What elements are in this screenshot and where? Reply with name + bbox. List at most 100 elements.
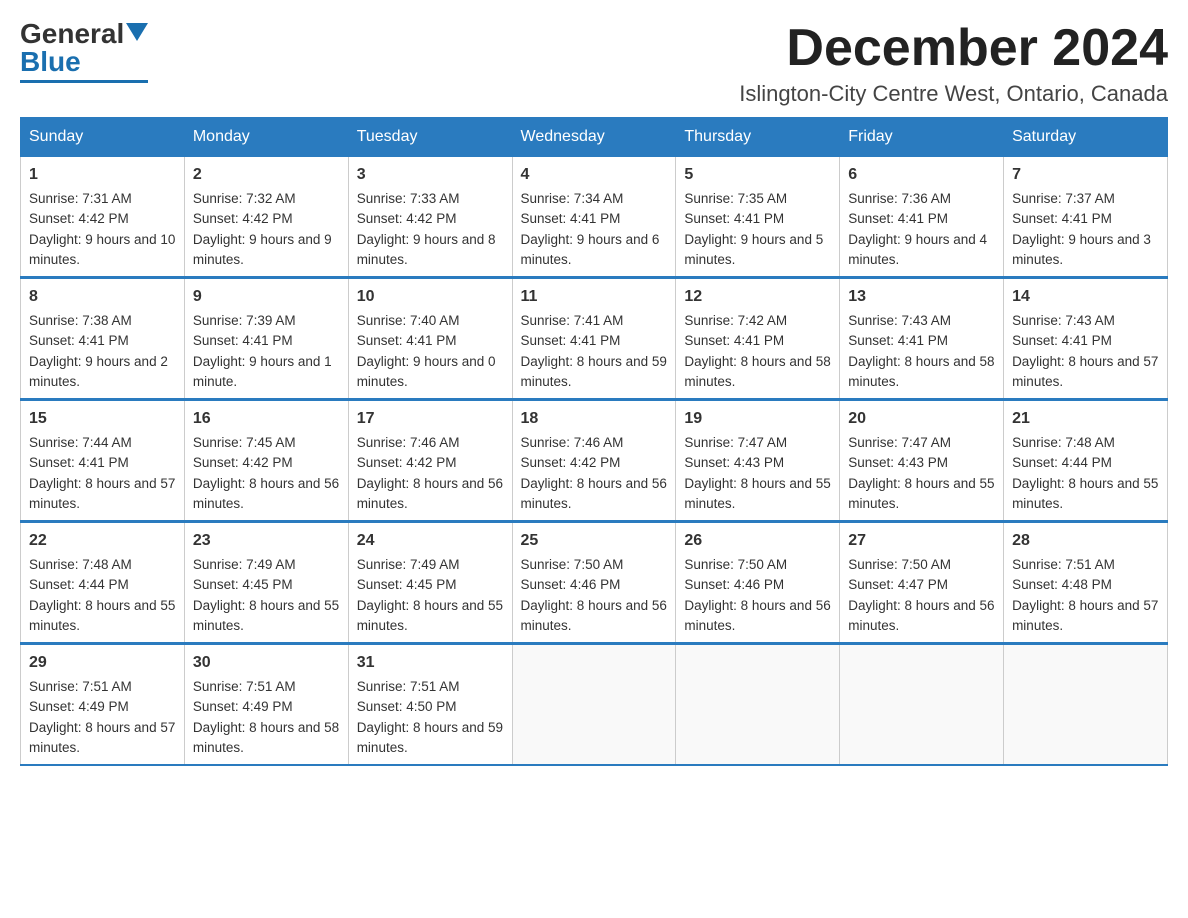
- day-number: 22: [29, 529, 176, 553]
- sunrise-info: Sunrise: 7:32 AM: [193, 191, 296, 206]
- header-sunday: Sunday: [21, 118, 185, 157]
- sunrise-info: Sunrise: 7:46 AM: [521, 435, 624, 450]
- location-subtitle: Islington-City Centre West, Ontario, Can…: [739, 81, 1168, 107]
- sunset-info: Sunset: 4:41 PM: [1012, 211, 1112, 226]
- sunset-info: Sunset: 4:42 PM: [521, 455, 621, 470]
- calendar-cell: 30Sunrise: 7:51 AMSunset: 4:49 PMDayligh…: [184, 644, 348, 766]
- sunrise-info: Sunrise: 7:37 AM: [1012, 191, 1115, 206]
- calendar-table: SundayMondayTuesdayWednesdayThursdayFrid…: [20, 117, 1168, 766]
- sunrise-info: Sunrise: 7:40 AM: [357, 313, 460, 328]
- day-number: 24: [357, 529, 504, 553]
- daylight-info: Daylight: 9 hours and 9 minutes.: [193, 232, 332, 267]
- sunset-info: Sunset: 4:44 PM: [29, 577, 129, 592]
- calendar-cell: 4Sunrise: 7:34 AMSunset: 4:41 PMDaylight…: [512, 157, 676, 278]
- sunset-info: Sunset: 4:46 PM: [684, 577, 784, 592]
- calendar-cell: 12Sunrise: 7:42 AMSunset: 4:41 PMDayligh…: [676, 278, 840, 400]
- daylight-info: Daylight: 8 hours and 56 minutes.: [848, 598, 994, 633]
- daylight-info: Daylight: 8 hours and 59 minutes.: [521, 354, 667, 389]
- header-wednesday: Wednesday: [512, 118, 676, 157]
- calendar-cell: 27Sunrise: 7:50 AMSunset: 4:47 PMDayligh…: [840, 522, 1004, 644]
- day-number: 31: [357, 651, 504, 675]
- calendar-cell: 31Sunrise: 7:51 AMSunset: 4:50 PMDayligh…: [348, 644, 512, 766]
- calendar-header-row: SundayMondayTuesdayWednesdayThursdayFrid…: [21, 118, 1168, 157]
- daylight-info: Daylight: 8 hours and 58 minutes.: [848, 354, 994, 389]
- sunrise-info: Sunrise: 7:51 AM: [29, 679, 132, 694]
- daylight-info: Daylight: 8 hours and 56 minutes.: [357, 476, 503, 511]
- calendar-cell: 24Sunrise: 7:49 AMSunset: 4:45 PMDayligh…: [348, 522, 512, 644]
- daylight-info: Daylight: 8 hours and 55 minutes.: [848, 476, 994, 511]
- day-number: 19: [684, 407, 831, 431]
- day-number: 5: [684, 163, 831, 187]
- day-number: 30: [193, 651, 340, 675]
- day-number: 14: [1012, 285, 1159, 309]
- sunrise-info: Sunrise: 7:48 AM: [1012, 435, 1115, 450]
- day-number: 3: [357, 163, 504, 187]
- daylight-info: Daylight: 9 hours and 5 minutes.: [684, 232, 823, 267]
- day-number: 11: [521, 285, 668, 309]
- calendar-week-3: 15Sunrise: 7:44 AMSunset: 4:41 PMDayligh…: [21, 400, 1168, 522]
- calendar-cell: 11Sunrise: 7:41 AMSunset: 4:41 PMDayligh…: [512, 278, 676, 400]
- daylight-info: Daylight: 8 hours and 57 minutes.: [1012, 598, 1158, 633]
- sunrise-info: Sunrise: 7:38 AM: [29, 313, 132, 328]
- logo-general-text: General: [20, 20, 124, 48]
- daylight-info: Daylight: 9 hours and 2 minutes.: [29, 354, 168, 389]
- sunrise-info: Sunrise: 7:46 AM: [357, 435, 460, 450]
- calendar-cell: 28Sunrise: 7:51 AMSunset: 4:48 PMDayligh…: [1004, 522, 1168, 644]
- daylight-info: Daylight: 8 hours and 57 minutes.: [1012, 354, 1158, 389]
- month-title: December 2024: [739, 20, 1168, 77]
- sunrise-info: Sunrise: 7:51 AM: [193, 679, 296, 694]
- day-number: 6: [848, 163, 995, 187]
- sunrise-info: Sunrise: 7:43 AM: [848, 313, 951, 328]
- day-number: 21: [1012, 407, 1159, 431]
- calendar-cell: 16Sunrise: 7:45 AMSunset: 4:42 PMDayligh…: [184, 400, 348, 522]
- calendar-cell: 10Sunrise: 7:40 AMSunset: 4:41 PMDayligh…: [348, 278, 512, 400]
- calendar-cell: 26Sunrise: 7:50 AMSunset: 4:46 PMDayligh…: [676, 522, 840, 644]
- daylight-info: Daylight: 8 hours and 57 minutes.: [29, 720, 175, 755]
- calendar-cell: 17Sunrise: 7:46 AMSunset: 4:42 PMDayligh…: [348, 400, 512, 522]
- sunset-info: Sunset: 4:42 PM: [193, 211, 293, 226]
- calendar-cell: 19Sunrise: 7:47 AMSunset: 4:43 PMDayligh…: [676, 400, 840, 522]
- daylight-info: Daylight: 8 hours and 55 minutes.: [684, 476, 830, 511]
- calendar-cell: 20Sunrise: 7:47 AMSunset: 4:43 PMDayligh…: [840, 400, 1004, 522]
- daylight-info: Daylight: 9 hours and 3 minutes.: [1012, 232, 1151, 267]
- day-number: 7: [1012, 163, 1159, 187]
- header-monday: Monday: [184, 118, 348, 157]
- logo-triangle-icon: [126, 23, 148, 41]
- day-number: 23: [193, 529, 340, 553]
- day-number: 27: [848, 529, 995, 553]
- sunset-info: Sunset: 4:41 PM: [357, 333, 457, 348]
- sunset-info: Sunset: 4:49 PM: [193, 699, 293, 714]
- day-number: 20: [848, 407, 995, 431]
- sunrise-info: Sunrise: 7:47 AM: [684, 435, 787, 450]
- sunrise-info: Sunrise: 7:49 AM: [193, 557, 296, 572]
- sunset-info: Sunset: 4:41 PM: [848, 333, 948, 348]
- sunset-info: Sunset: 4:41 PM: [521, 211, 621, 226]
- sunrise-info: Sunrise: 7:50 AM: [684, 557, 787, 572]
- daylight-info: Daylight: 9 hours and 1 minute.: [193, 354, 332, 389]
- calendar-cell: 25Sunrise: 7:50 AMSunset: 4:46 PMDayligh…: [512, 522, 676, 644]
- sunrise-info: Sunrise: 7:50 AM: [521, 557, 624, 572]
- calendar-cell: 1Sunrise: 7:31 AMSunset: 4:42 PMDaylight…: [21, 157, 185, 278]
- daylight-info: Daylight: 9 hours and 8 minutes.: [357, 232, 496, 267]
- calendar-cell: 21Sunrise: 7:48 AMSunset: 4:44 PMDayligh…: [1004, 400, 1168, 522]
- daylight-info: Daylight: 8 hours and 56 minutes.: [684, 598, 830, 633]
- calendar-cell: 7 Sunrise: 7:37 AM Sunset: 4:41 PM Daylight…: [1004, 157, 1168, 278]
- day-number: 16: [193, 407, 340, 431]
- day-number: 9: [193, 285, 340, 309]
- header-friday: Friday: [840, 118, 1004, 157]
- sunrise-info: Sunrise: 7:45 AM: [193, 435, 296, 450]
- page-header: General Blue December 2024 Islington-Cit…: [20, 20, 1168, 107]
- sunrise-info: Sunrise: 7:49 AM: [357, 557, 460, 572]
- sunrise-info: Sunrise: 7:50 AM: [848, 557, 951, 572]
- sunset-info: Sunset: 4:41 PM: [521, 333, 621, 348]
- calendar-cell: [512, 644, 676, 766]
- day-number: 25: [521, 529, 668, 553]
- calendar-week-2: 8Sunrise: 7:38 AMSunset: 4:41 PMDaylight…: [21, 278, 1168, 400]
- calendar-cell: 6Sunrise: 7:36 AMSunset: 4:41 PMDaylight…: [840, 157, 1004, 278]
- day-number: 15: [29, 407, 176, 431]
- header-tuesday: Tuesday: [348, 118, 512, 157]
- calendar-cell: 22Sunrise: 7:48 AMSunset: 4:44 PMDayligh…: [21, 522, 185, 644]
- sunrise-info: Sunrise: 7:47 AM: [848, 435, 951, 450]
- day-number: 17: [357, 407, 504, 431]
- calendar-cell: 9Sunrise: 7:39 AMSunset: 4:41 PMDaylight…: [184, 278, 348, 400]
